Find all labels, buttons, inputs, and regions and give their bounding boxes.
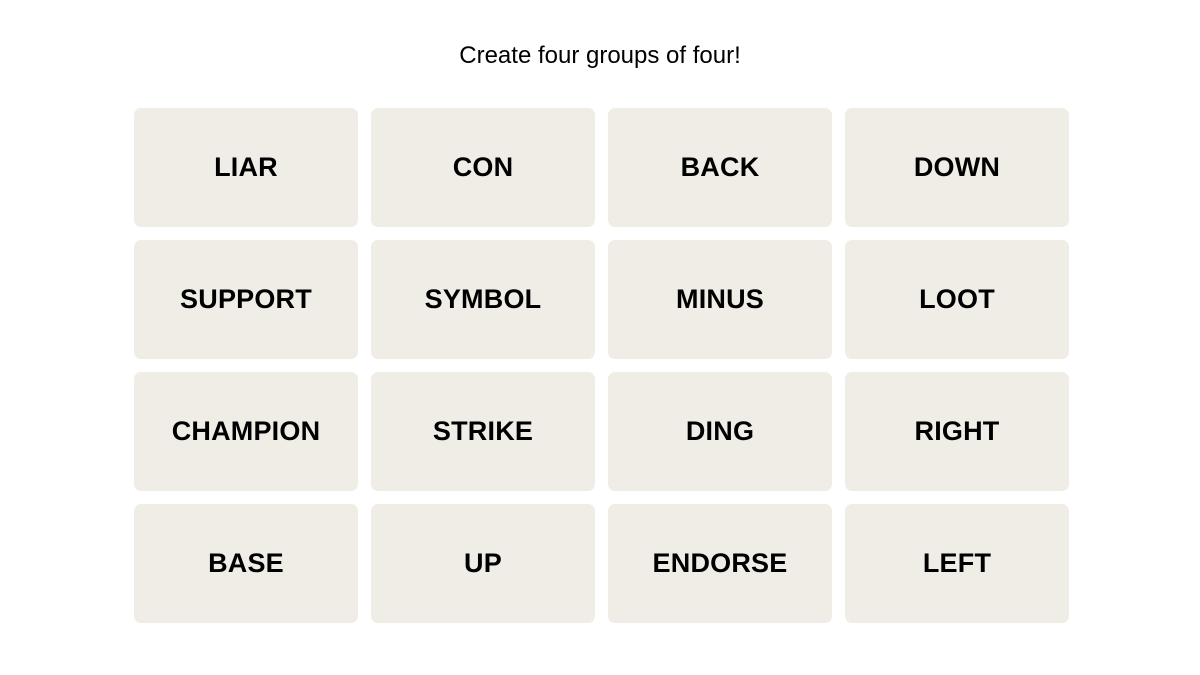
word-tile[interactable]: RIGHT <box>845 372 1069 491</box>
word-tile[interactable]: DING <box>608 372 832 491</box>
game-instructions: Create four groups of four! <box>459 42 741 69</box>
word-tile-label: STRIKE <box>432 416 534 446</box>
word-tile-label: MINUS <box>676 284 764 314</box>
word-tile[interactable]: ENDORSE <box>608 504 832 623</box>
word-tile[interactable]: DOWN <box>845 108 1069 227</box>
word-tile[interactable]: BACK <box>608 108 832 227</box>
word-tile-label: ENDORSE <box>652 548 788 578</box>
word-tile[interactable]: SUPPORT <box>134 240 358 359</box>
word-tile[interactable]: SYMBOL <box>371 240 595 359</box>
word-tile-label: DOWN <box>913 152 1001 182</box>
word-tile[interactable]: UP <box>371 504 595 623</box>
word-tile[interactable]: LEFT <box>845 504 1069 623</box>
word-tile[interactable]: BASE <box>134 504 358 623</box>
word-tile[interactable]: LOOT <box>845 240 1069 359</box>
word-tile-label: LIAR <box>214 152 278 182</box>
word-tile-label: LEFT <box>922 548 992 578</box>
word-tile[interactable]: CON <box>371 108 595 227</box>
word-tile-label: BASE <box>208 548 284 578</box>
word-tile-label: BACK <box>680 152 760 182</box>
word-tile-label: LOOT <box>919 284 995 314</box>
word-tile[interactable]: CHAMPION <box>134 372 358 491</box>
word-tile-label: CON <box>452 152 514 182</box>
word-tile-label: SUPPORT <box>180 284 312 314</box>
word-tile-label: SYMBOL <box>424 284 542 314</box>
word-tile-label: CHAMPION <box>171 416 321 446</box>
word-tile-label: UP <box>464 548 502 578</box>
word-tile[interactable]: STRIKE <box>371 372 595 491</box>
word-tile-label: DING <box>685 416 755 446</box>
word-grid: LIAR CON BACK DOWN SUPPORT SYMBOL MINUS … <box>134 108 1070 623</box>
word-tile[interactable]: LIAR <box>134 108 358 227</box>
word-tile[interactable]: MINUS <box>608 240 832 359</box>
word-tile-label: RIGHT <box>914 416 1000 446</box>
